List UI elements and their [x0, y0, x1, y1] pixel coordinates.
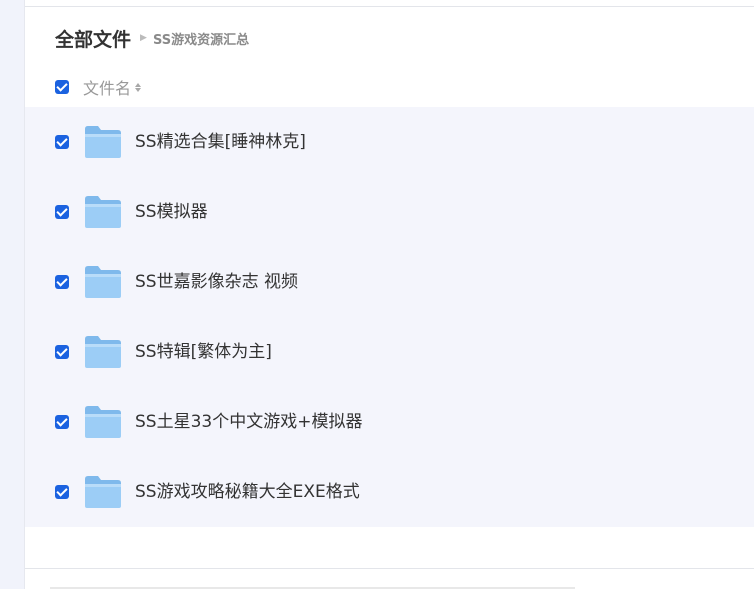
- file-row[interactable]: SS特辑[繁体为主]: [25, 317, 754, 387]
- file-row[interactable]: SS模拟器: [25, 177, 754, 247]
- file-name[interactable]: SS特辑[繁体为主]: [135, 339, 272, 365]
- breadcrumb-root-link[interactable]: 全部文件: [55, 25, 131, 52]
- file-checkbox[interactable]: [55, 485, 69, 499]
- folder-icon: [85, 476, 121, 508]
- file-checkbox[interactable]: [55, 205, 69, 219]
- breadcrumb-current: SS游戏资源汇总: [152, 32, 250, 48]
- folder-icon: [85, 406, 121, 438]
- file-checkbox[interactable]: [55, 135, 69, 149]
- file-name[interactable]: SS土星33个中文游戏+模拟器: [135, 409, 362, 435]
- file-name[interactable]: SS精选合集[睡神林克]: [135, 129, 306, 155]
- filename-column-header[interactable]: 文件名: [83, 75, 131, 99]
- bottom-divider: [25, 568, 754, 569]
- left-sidebar-strip: [0, 0, 25, 589]
- select-all-checkbox[interactable]: [55, 80, 69, 94]
- folder-icon: [85, 196, 121, 228]
- folder-icon: [85, 126, 121, 158]
- file-name[interactable]: SS游戏攻略秘籍大全EXE格式: [135, 479, 360, 505]
- list-header: 文件名: [55, 75, 142, 99]
- file-name[interactable]: SS世嘉影像杂志 视频: [135, 269, 298, 295]
- breadcrumb: 全部文件 ▶ SS游戏资源汇总: [55, 24, 249, 52]
- file-checkbox[interactable]: [55, 415, 69, 429]
- breadcrumb-separator-icon: ▶: [140, 33, 147, 43]
- file-row[interactable]: SS精选合集[睡神林克]: [25, 107, 754, 177]
- folder-icon: [85, 266, 121, 298]
- top-divider: [25, 6, 754, 7]
- file-row[interactable]: SS土星33个中文游戏+模拟器: [25, 387, 754, 457]
- folder-icon: [85, 336, 121, 368]
- file-checkbox[interactable]: [55, 345, 69, 359]
- file-checkbox[interactable]: [55, 275, 69, 289]
- file-row[interactable]: SS世嘉影像杂志 视频: [25, 247, 754, 317]
- file-name[interactable]: SS模拟器: [135, 199, 208, 225]
- file-row[interactable]: SS游戏攻略秘籍大全EXE格式: [25, 457, 754, 527]
- sort-icon[interactable]: [135, 82, 142, 92]
- file-list: SS精选合集[睡神林克] SS模拟器 SS世嘉影像杂志 视频 SS特辑[繁体为主…: [25, 107, 754, 527]
